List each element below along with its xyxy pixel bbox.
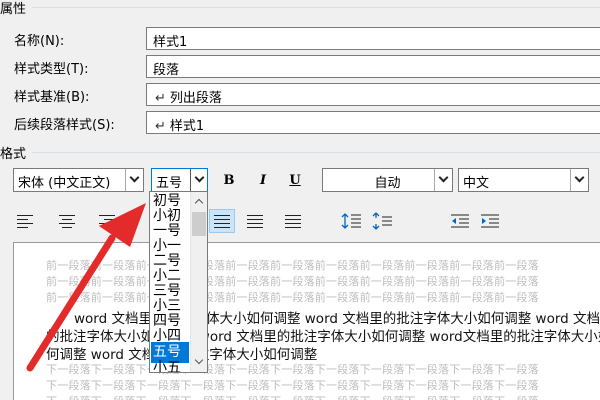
- preview-pane: 前一段落前一段落前一段落前一段落前一段落前一段落前一段落前一段落前一段落前一段落…: [13, 242, 600, 400]
- preview-text-line: 的批注字体大小如何调整 word 文档里的批注字体大小如何调整 word文档里的…: [46, 329, 600, 345]
- font-size-dropdown-list[interactable]: 初号 小初 一号 小一 二号 小二 三号 小三 四号 小四 五号 小五: [149, 191, 208, 373]
- style-name-label: 名称(N):: [14, 34, 65, 49]
- previous-paragraph-line: 前一段落前一段落前一段落前一段落前一段落前一段落前一段落前一段落前一段落前一段落…: [46, 259, 539, 272]
- line-spacing-button[interactable]: [339, 209, 365, 233]
- align-right-button[interactable]: [95, 209, 121, 233]
- paragraph-return-icon: ↵: [155, 91, 166, 106]
- paragraph-return-icon: ↵: [155, 119, 166, 134]
- chevron-down-icon: [129, 172, 140, 183]
- chevron-down-icon: [438, 172, 449, 183]
- font-color-dropdown-button[interactable]: [434, 169, 452, 191]
- decrease-indent-icon: [451, 214, 469, 228]
- align-left-button[interactable]: [13, 209, 39, 233]
- align-center-button[interactable]: [55, 209, 81, 233]
- font-color-value: 自动: [374, 176, 401, 191]
- bold-button[interactable]: B: [218, 170, 240, 192]
- language-combo[interactable]: 中文: [458, 168, 589, 192]
- font-size-combo[interactable]: 五号: [151, 168, 208, 192]
- next-paragraph-line: 下一段落下一段落下一段落下一段落下一段落下一段落下一段落下一段落下一段落下一段落…: [46, 379, 539, 392]
- font-name-dropdown-button[interactable]: [125, 169, 143, 191]
- line-spacing-icon: [341, 213, 361, 229]
- style-type-select[interactable]: 段落: [146, 55, 600, 78]
- font-name-value: 宋体 (中文正文): [18, 176, 111, 191]
- increase-indent-icon: [481, 214, 499, 228]
- style-name-value: 样式1: [153, 35, 188, 50]
- style-name-row: 名称(N): 样式1: [0, 26, 600, 52]
- font-size-option[interactable]: 小五: [151, 358, 189, 372]
- font-size-dropdown-button[interactable]: [190, 169, 207, 191]
- style-name-input[interactable]: 样式1: [146, 27, 600, 50]
- underline-button[interactable]: U: [284, 170, 306, 192]
- format-divider: [32, 152, 600, 153]
- format-section-label: 格式: [0, 147, 27, 162]
- paragraph-spacing-icon: [372, 212, 392, 230]
- chevron-down-icon: [194, 172, 204, 183]
- next-style-select[interactable]: ↵ 样式1: [146, 111, 600, 134]
- style-based-on-row: 样式基准(B): ↵ 列出段落: [0, 82, 600, 108]
- style-based-on-select[interactable]: ↵ 列出段落: [146, 83, 600, 106]
- paragraph-spacing-button[interactable]: [370, 209, 396, 233]
- previous-paragraph-line: 前一段落前一段落前一段落前一段落前一段落前一段落前一段落前一段落前一段落前一段落…: [46, 275, 539, 288]
- language-value: 中文: [463, 176, 490, 191]
- justify-button[interactable]: [209, 209, 235, 233]
- style-type-value: 段落: [153, 63, 180, 78]
- italic-button[interactable]: I: [252, 170, 274, 192]
- language-dropdown-button[interactable]: [570, 169, 588, 191]
- font-color-combo[interactable]: 自动: [322, 168, 453, 192]
- style-based-on-value: 列出段落: [169, 91, 222, 106]
- next-style-label: 后续段落样式(S):: [14, 118, 115, 133]
- previous-paragraph-line: 前一段落前一段落前一段落前一段落前一段落前一段落前一段落前一段落前一段落前一段落…: [46, 291, 539, 304]
- next-style-row: 后续段落样式(S): ↵ 样式1: [0, 110, 600, 136]
- properties-section-label: 属性: [0, 2, 27, 17]
- font-size-value: 五号: [156, 176, 183, 191]
- scroll-down-icon[interactable]: [191, 354, 207, 370]
- next-paragraph-line: 下一段落下一段落下一段落下一段落下一段落下一段落下一段落下一段落下一段落下一段落…: [46, 393, 539, 400]
- dropdown-scrollbar[interactable]: [190, 192, 207, 372]
- decrease-indent-button[interactable]: [447, 209, 473, 233]
- increase-indent-button[interactable]: [477, 209, 503, 233]
- next-paragraph-line: 下一段落下一段落下一段落下一段落下一段落下一段落下一段落下一段落下一段落下一段落…: [46, 363, 539, 376]
- next-style-value: 样式1: [169, 119, 205, 134]
- style-based-on-label: 样式基准(B):: [14, 90, 90, 105]
- style-type-label: 样式类型(T):: [14, 62, 89, 77]
- scroll-thumb[interactable]: [192, 212, 206, 236]
- scroll-up-icon[interactable]: [191, 194, 207, 210]
- properties-divider: [32, 7, 600, 8]
- style-type-row: 样式类型(T): 段落: [0, 54, 600, 80]
- chevron-down-icon: [574, 172, 585, 183]
- justify-all-button[interactable]: [281, 209, 307, 233]
- font-name-combo[interactable]: 宋体 (中文正文): [13, 168, 144, 192]
- distribute-button[interactable]: [243, 209, 269, 233]
